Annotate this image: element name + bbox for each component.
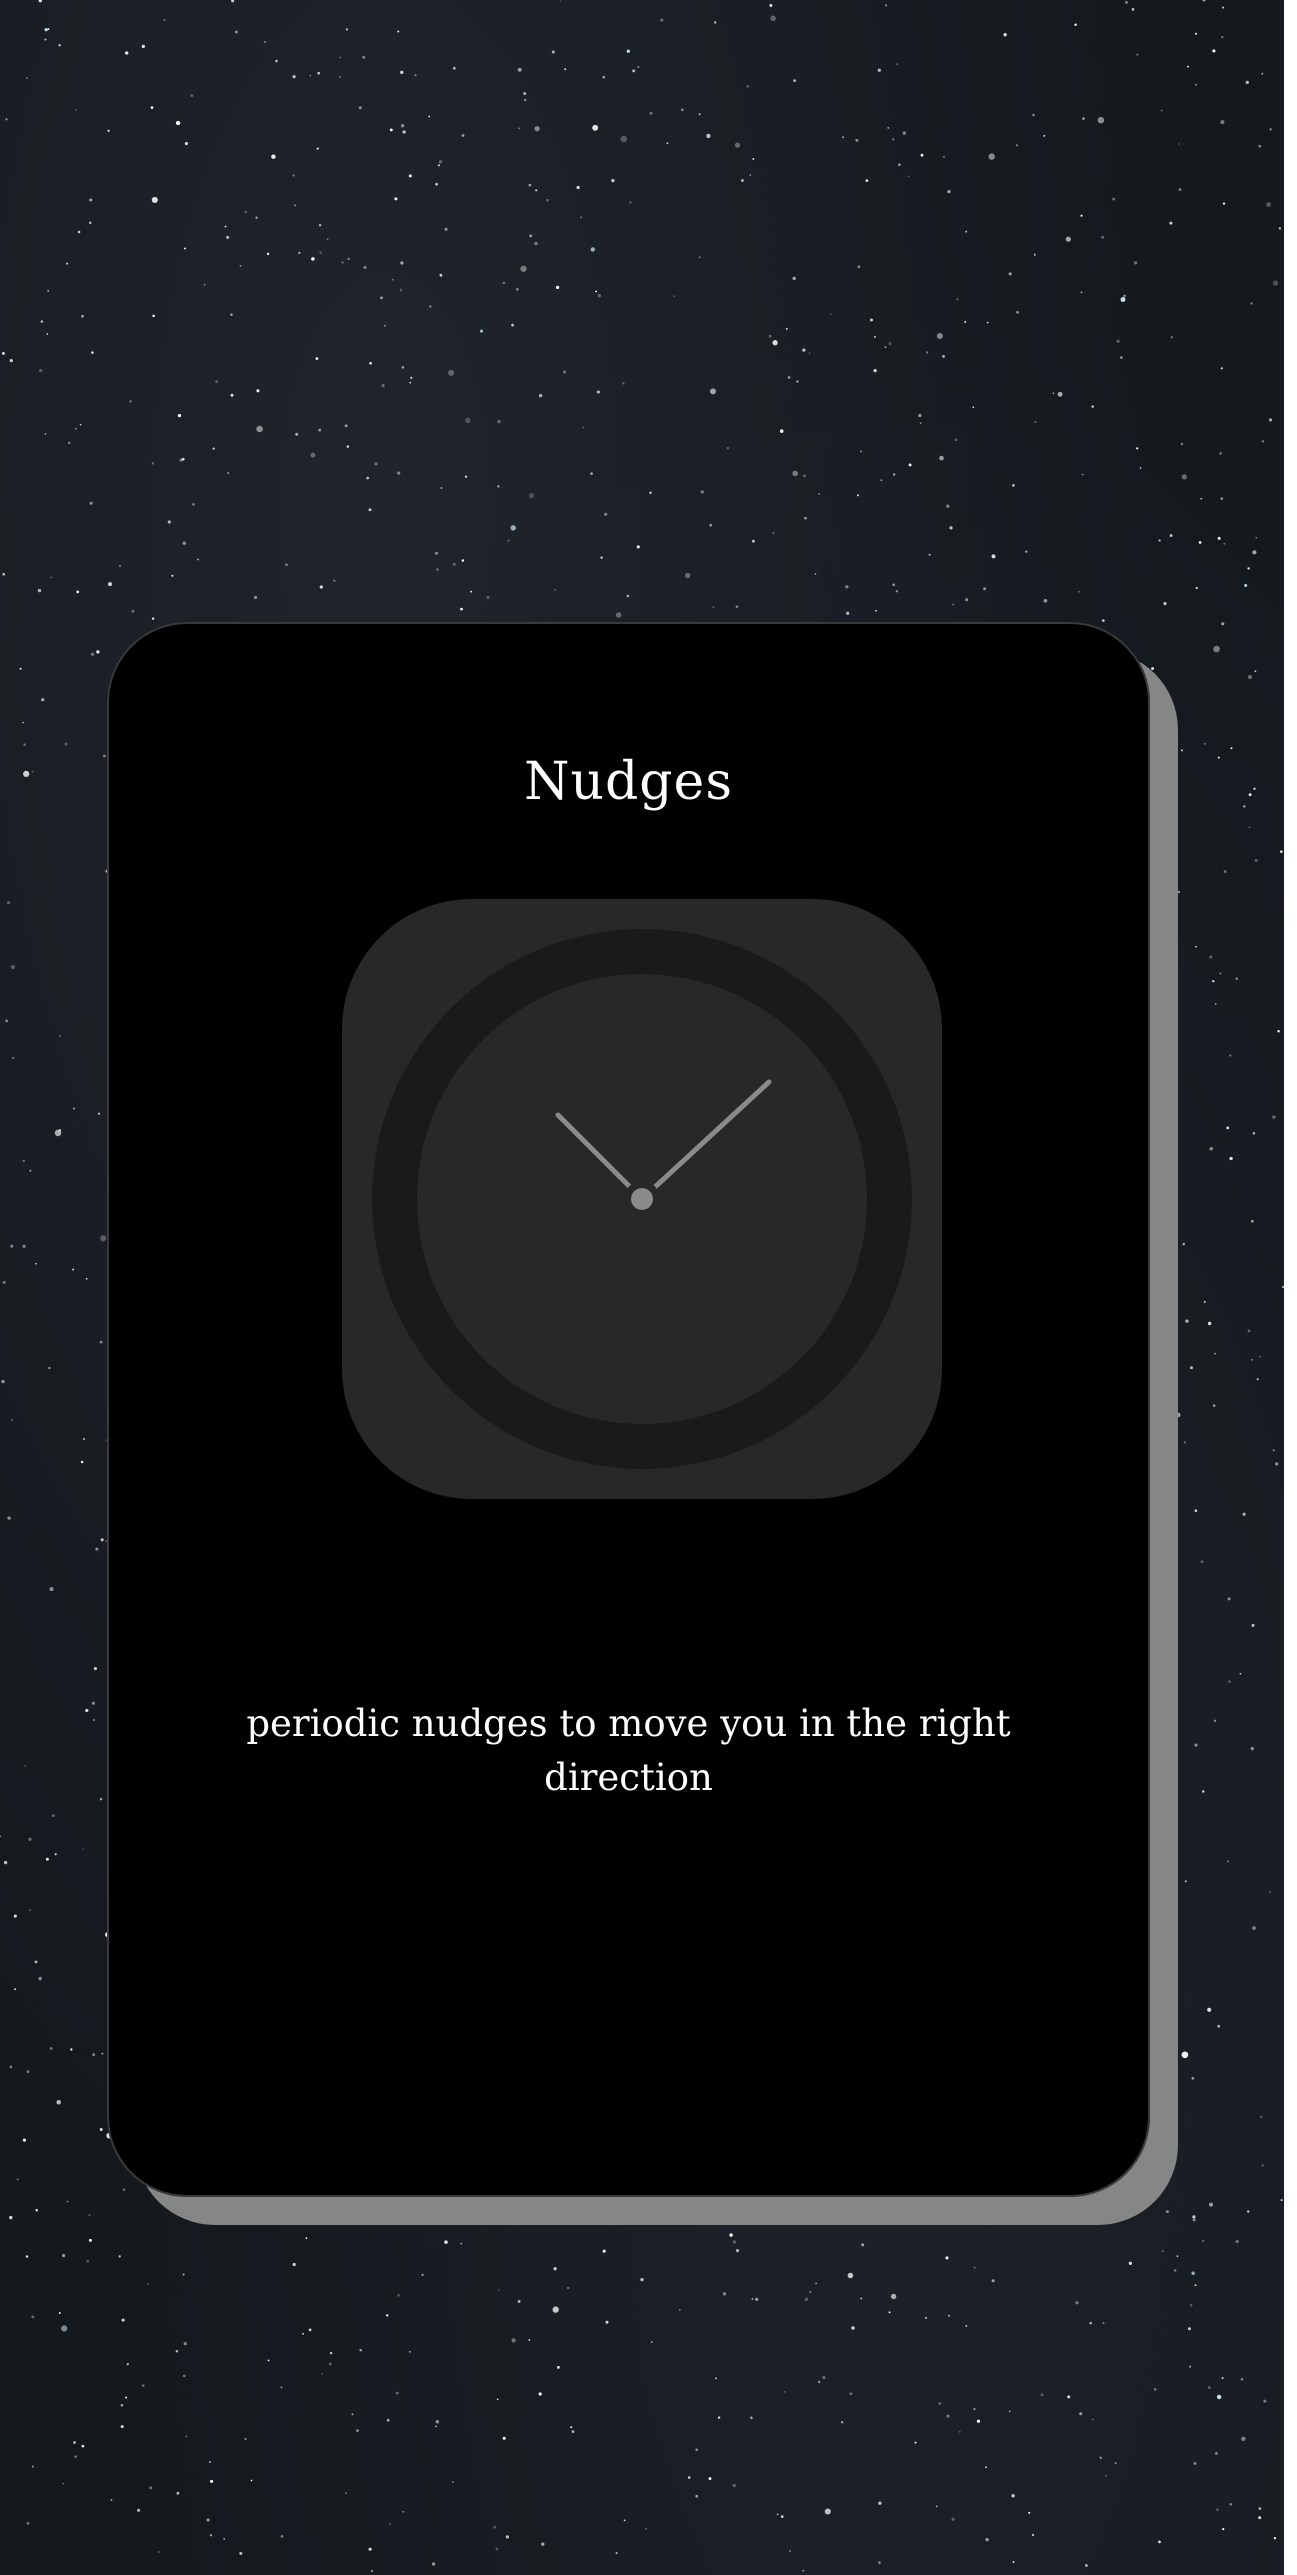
clock-icon: [342, 899, 942, 1499]
clock-hands: [417, 974, 867, 1424]
card-title: Nudges: [523, 752, 734, 812]
card-description: periodic nudges to move you in the right…: [246, 1702, 1011, 1799]
nudges-card[interactable]: Nudges periodic nudges to move you in th…: [107, 622, 1150, 2197]
clock-hub: [631, 1188, 653, 1210]
